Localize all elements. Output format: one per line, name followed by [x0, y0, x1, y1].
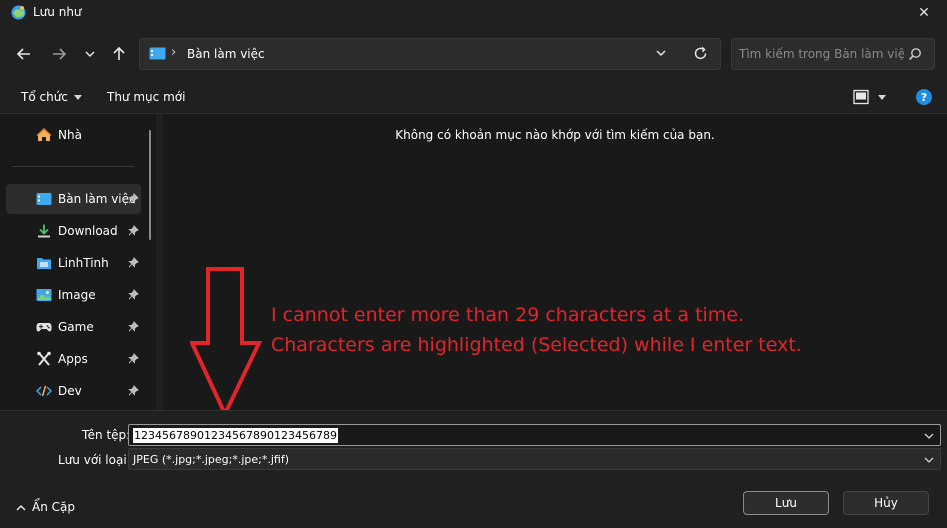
sidebar-item-label: Game: [58, 320, 94, 334]
new-folder-button[interactable]: Thư mục mới: [107, 90, 185, 104]
chevron-up-icon: [16, 504, 26, 511]
window-title: Lưu như: [33, 5, 82, 19]
cancel-button[interactable]: Hủy: [843, 491, 929, 515]
up-arrow-icon: [113, 46, 125, 60]
chevron-down-icon[interactable]: [924, 455, 934, 465]
forward-button[interactable]: [47, 42, 71, 66]
organize-menu-button[interactable]: Tổ chức: [21, 90, 82, 104]
pane-splitter[interactable]: [156, 114, 163, 410]
forward-arrow-icon: [53, 48, 67, 60]
annotation-arrow: [190, 267, 262, 418]
hide-folders-button[interactable]: Ẩn Cặp: [16, 500, 75, 514]
title-bar: Lưu như ✕: [0, 0, 947, 26]
chevron-down-icon: [85, 51, 95, 58]
filename-combobox[interactable]: 12345678901234567890123456789: [128, 424, 941, 446]
back-button[interactable]: [12, 42, 36, 66]
pin-icon[interactable]: [128, 353, 139, 364]
address-bar[interactable]: › Bàn làm việc: [139, 38, 721, 70]
search-icon: [908, 48, 921, 61]
desktop-icon: [149, 47, 166, 60]
sidebar-item-game[interactable]: Game: [6, 312, 141, 342]
sidebar-item-apps[interactable]: Apps: [6, 344, 141, 374]
sidebar-item-label: Apps: [58, 352, 88, 366]
address-dropdown-icon[interactable]: [655, 47, 667, 59]
sidebar-item-label: Image: [58, 288, 96, 302]
save-button[interactable]: Lưu: [743, 491, 829, 515]
back-arrow-icon: [16, 48, 30, 60]
sidebar-item-label: Dev: [58, 384, 82, 398]
file-list-pane[interactable]: Không có khoản mục nào khớp với tìm kiếm…: [163, 114, 947, 410]
recent-locations-button[interactable]: [78, 42, 102, 66]
pin-icon[interactable]: [128, 289, 139, 300]
view-options-caret-icon[interactable]: [878, 95, 886, 100]
chevron-down-icon[interactable]: [924, 431, 934, 441]
save-form: Tên tệp: 12345678901234567890123456789 L…: [0, 410, 947, 528]
filetype-value: JPEG (*.jpg;*.jpeg;*.jpe;*.jfif): [133, 453, 290, 466]
refresh-icon[interactable]: [693, 46, 708, 61]
pin-icon[interactable]: [128, 225, 139, 236]
sidebar-item-desktop[interactable]: Bàn làm việc: [6, 184, 141, 214]
image-icon: [36, 289, 52, 301]
filename-label: Tên tệp:: [82, 428, 131, 442]
organize-label: Tổ chức: [21, 90, 68, 104]
help-icon[interactable]: ?: [916, 89, 932, 105]
pin-icon[interactable]: [128, 257, 139, 268]
sidebar-item-linhtinh[interactable]: LinhTinh: [6, 248, 141, 278]
close-icon: ✕: [918, 5, 930, 21]
code-icon: [36, 385, 52, 397]
breadcrumb-path[interactable]: Bàn làm việc: [187, 47, 265, 61]
sidebar-item-download[interactable]: Download: [6, 216, 141, 246]
sidebar-scrollbar[interactable]: [149, 130, 151, 240]
sidebar-item-label: Bàn làm việc: [58, 192, 136, 206]
search-box[interactable]: [731, 38, 935, 70]
download-icon: [38, 224, 50, 238]
app-icon: [11, 5, 26, 20]
sidebar-item-label: Download: [58, 224, 118, 238]
gamepad-icon: [36, 323, 52, 332]
filetype-select[interactable]: JPEG (*.jpg;*.jpeg;*.jpe;*.jfif): [128, 448, 941, 470]
view-mode-icon[interactable]: [853, 89, 869, 105]
up-button[interactable]: [107, 42, 131, 66]
annotation-line-2: Characters are highlighted (Selected) wh…: [271, 334, 802, 356]
sidebar-divider: [12, 166, 134, 167]
filetype-label: Lưu với loại:: [58, 453, 131, 467]
sidebar-item-home[interactable]: Nhà: [6, 120, 141, 150]
navigation-pane: Nhà Bàn làm việc Download LinhTinh Image…: [0, 114, 156, 410]
search-input[interactable]: [739, 45, 904, 63]
sidebar-item-label: LinhTinh: [58, 256, 109, 270]
sidebar-item-image[interactable]: Image: [6, 280, 141, 310]
home-icon: [36, 128, 52, 141]
close-button[interactable]: ✕: [901, 0, 947, 26]
pin-icon[interactable]: [128, 385, 139, 396]
annotation-line-1: I cannot enter more than 29 characters a…: [271, 304, 745, 326]
filename-input[interactable]: 12345678901234567890123456789: [133, 428, 338, 443]
sidebar-item-label: Nhà: [58, 128, 82, 142]
desktop-icon: [36, 193, 52, 205]
sidebar-item-dev[interactable]: Dev: [6, 376, 141, 406]
apps-icon: [37, 351, 51, 366]
hide-folders-label: Ẩn Cặp: [32, 500, 75, 514]
empty-results-message: Không có khoản mục nào khớp với tìm kiếm…: [395, 128, 715, 142]
pin-icon[interactable]: [128, 321, 139, 332]
caret-down-icon: [73, 95, 82, 100]
annotation-text: I cannot enter more than 29 characters a…: [271, 300, 802, 360]
folder-icon: [37, 258, 51, 269]
navigation-bar: › Bàn làm việc: [0, 26, 947, 82]
pin-icon[interactable]: [128, 193, 139, 204]
command-toolbar: Tổ chức Thư mục mới ?: [0, 82, 947, 114]
breadcrumb-separator: ›: [171, 45, 177, 60]
